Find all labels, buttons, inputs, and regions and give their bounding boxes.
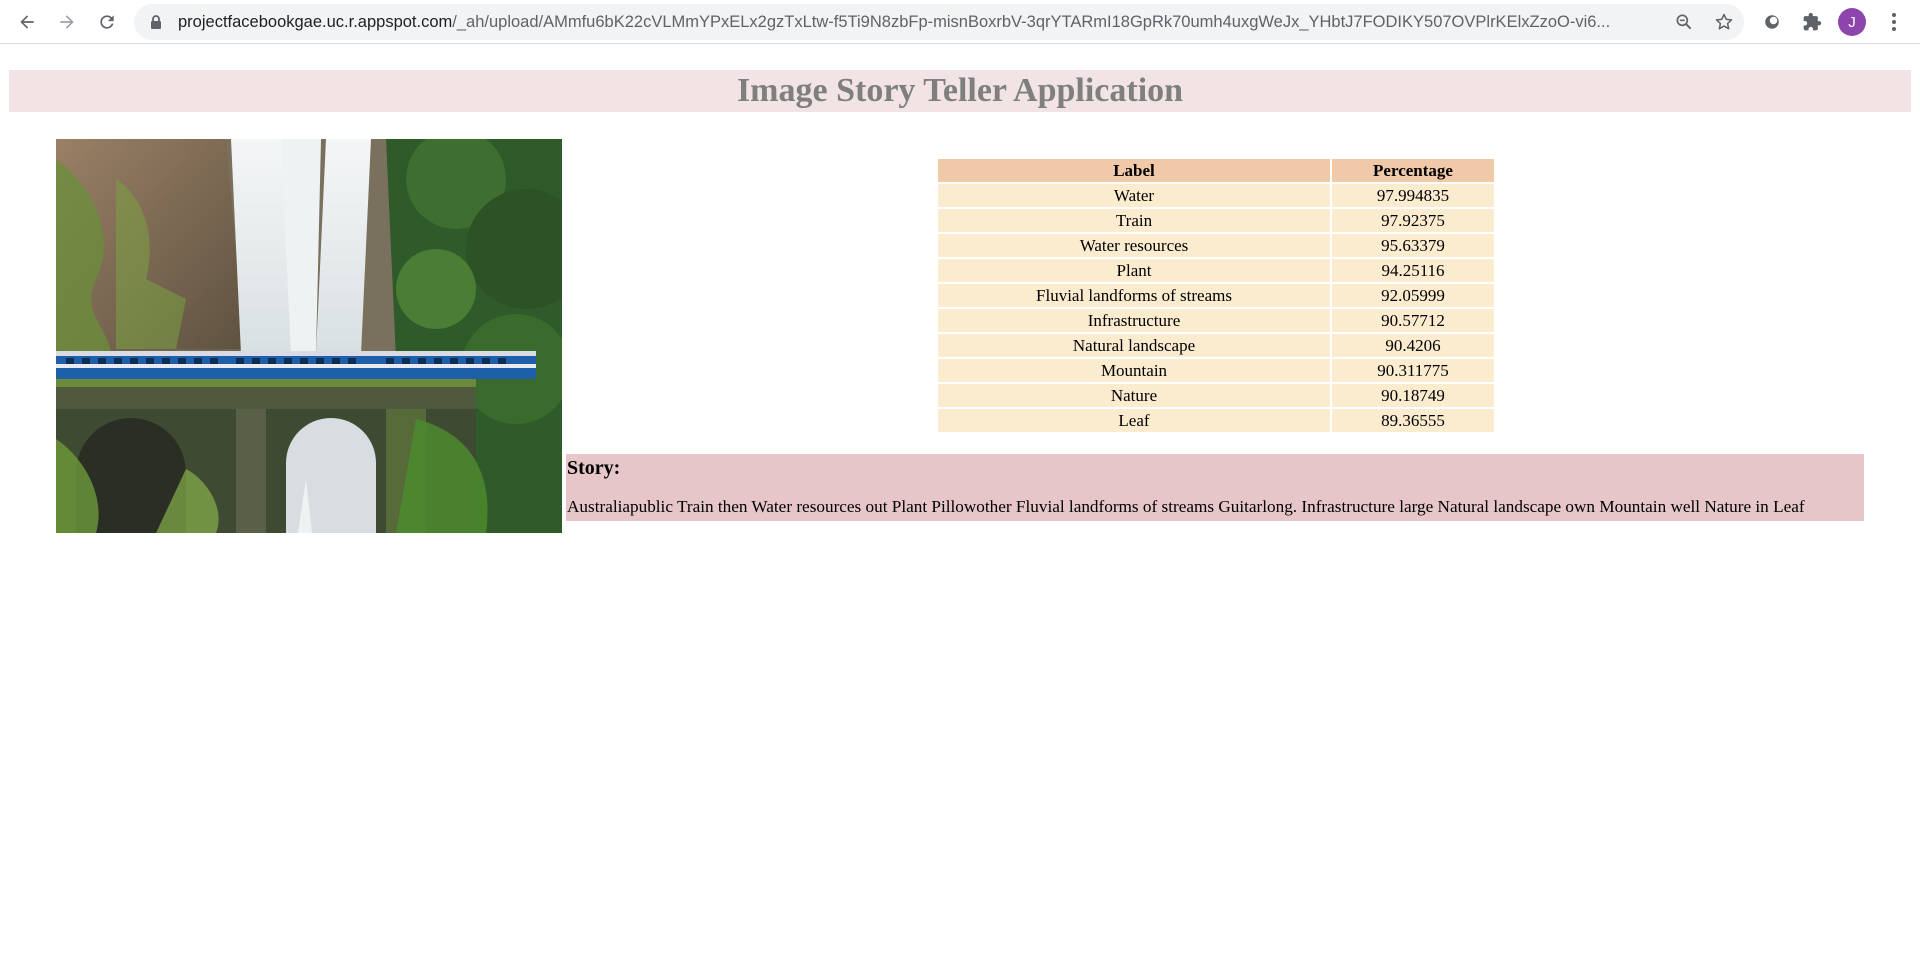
label-cell: Water (938, 184, 1330, 207)
extension-circle-icon[interactable] (1758, 8, 1786, 36)
browser-toolbar: projectfacebookgae.uc.r.appspot.com/_ah/… (0, 0, 1920, 44)
percentage-cell: 90.57712 (1332, 309, 1494, 332)
label-cell: Water resources (938, 234, 1330, 257)
lock-icon (148, 14, 164, 30)
table-row: Natural landscape 90.4206 (938, 334, 1494, 357)
table-row: Mountain 90.311775 (938, 359, 1494, 382)
story-text: Australiapublic Train then Water resourc… (567, 497, 1805, 516)
percentage-cell: 97.92375 (1332, 209, 1494, 232)
label-cell: Leaf (938, 409, 1330, 432)
percentage-cell: 95.63379 (1332, 234, 1494, 257)
label-cell: Natural landscape (938, 334, 1330, 357)
percentage-cell: 90.18749 (1332, 384, 1494, 407)
label-cell: Mountain (938, 359, 1330, 382)
back-button[interactable] (11, 6, 43, 38)
arrow-right-icon (60, 15, 74, 29)
percentage-cell: 89.36555 (1332, 409, 1494, 432)
more-menu-icon[interactable] (1880, 8, 1908, 36)
bookmark-star-icon[interactable] (1712, 10, 1736, 34)
labels-table: Label Percentage Water 97.994835 Train 97.… (936, 157, 1496, 434)
page-content: Image Story Teller Application Label Per… (0, 44, 1920, 978)
percentage-cell: 97.994835 (1332, 184, 1494, 207)
zoom-icon[interactable] (1672, 10, 1696, 34)
page-title: Image Story Teller Application (9, 70, 1911, 112)
url-path: /_ah/upload/AMmfu6bK22cVLMmYPxELx2gzTxLt… (452, 13, 1611, 31)
column-header-label: Label (938, 159, 1330, 182)
label-cell: Fluvial landforms of streams (938, 284, 1330, 307)
label-cell: Nature (938, 384, 1330, 407)
table-row: Leaf 89.36555 (938, 409, 1494, 432)
percentage-cell: 90.311775 (1332, 359, 1494, 382)
reload-button[interactable] (91, 6, 123, 38)
label-cell: Infrastructure (938, 309, 1330, 332)
profile-avatar[interactable]: J (1838, 8, 1866, 36)
column-header-percentage: Percentage (1332, 159, 1494, 182)
table-row: Nature 90.18749 (938, 384, 1494, 407)
table-row: Infrastructure 90.57712 (938, 309, 1494, 332)
uploaded-image (56, 139, 562, 533)
story-heading: Story: (567, 457, 621, 479)
address-bar[interactable]: projectfacebookgae.uc.r.appspot.com/_ah/… (134, 4, 1744, 40)
url-host: projectfacebookgae.uc.r.appspot.com (178, 13, 453, 31)
percentage-cell: 94.25116 (1332, 259, 1494, 282)
table-row: Plant 94.25116 (938, 259, 1494, 282)
label-cell: Plant (938, 259, 1330, 282)
percentage-cell: 92.05999 (1332, 284, 1494, 307)
table-header-row: Label Percentage (938, 159, 1494, 182)
table-row: Water 97.994835 (938, 184, 1494, 207)
table-row: Water resources 95.63379 (938, 234, 1494, 257)
reload-icon (100, 15, 114, 29)
arrow-left-icon (20, 15, 34, 29)
percentage-cell: 90.4206 (1332, 334, 1494, 357)
story-section: Story: Australiapublic Train then Water … (566, 454, 1864, 521)
url-text[interactable]: projectfacebookgae.uc.r.appspot.com/_ah/… (178, 4, 1658, 40)
waterfall-train-photo (56, 139, 562, 533)
table-row: Fluvial landforms of streams 92.05999 (938, 284, 1494, 307)
table-row: Train 97.92375 (938, 209, 1494, 232)
forward-button[interactable] (51, 6, 83, 38)
label-cell: Train (938, 209, 1330, 232)
extensions-puzzle-icon[interactable] (1798, 8, 1826, 36)
